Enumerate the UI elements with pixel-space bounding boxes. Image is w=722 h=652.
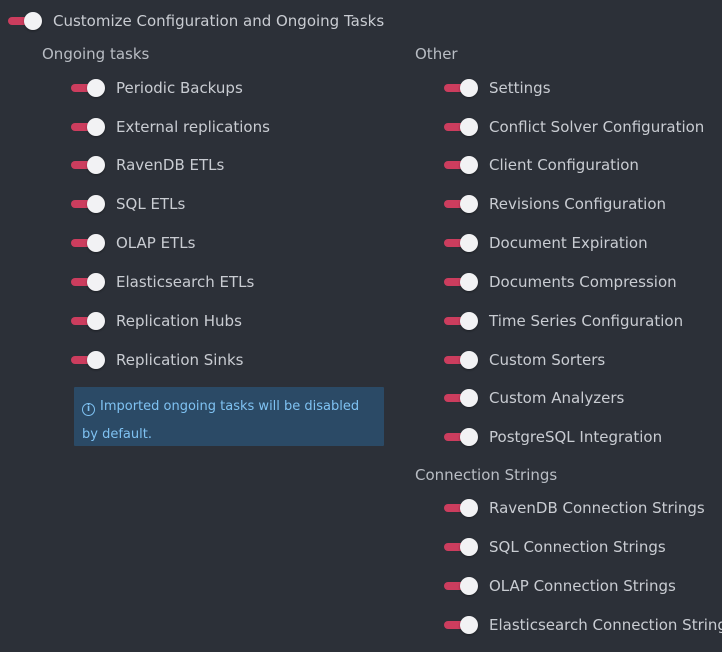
toggle-label: External replications [116,118,270,136]
ongoing-tasks-title: Ongoing tasks [42,45,150,63]
toggle-label: Conflict Solver Configuration [489,118,705,136]
ravendb-etls-toggle[interactable] [71,155,105,175]
client-configuration-toggle[interactable] [444,155,478,175]
customize-configuration-label: Customize Configuration and Ongoing Task… [53,12,385,30]
other-title: Other [415,45,458,63]
toggle-label: Elasticsearch ETLs [116,273,255,291]
toggle-label: RavenDB ETLs [116,156,225,174]
sql-connection-strings-toggle[interactable] [444,537,478,557]
elasticsearch-connection-strings-toggle[interactable] [444,615,478,635]
revisions-toggle[interactable] [444,194,478,214]
ravendb-connection-strings-toggle[interactable] [444,498,478,518]
toggle-label: SQL Connection Strings [489,538,666,556]
conflict-solver-toggle[interactable] [444,117,478,137]
toggle-label: OLAP ETLs [116,234,196,252]
toggle-label: Replication Sinks [116,351,244,369]
toggle-label: RavenDB Connection Strings [489,499,705,517]
documents-compression-toggle[interactable] [444,272,478,292]
olap-connection-strings-toggle[interactable] [444,576,478,596]
toggle-label: Elasticsearch Connection Strings [489,616,722,634]
replication-sinks-toggle[interactable] [71,350,105,370]
toggle-label: Periodic Backups [116,79,243,97]
sql-etls-toggle[interactable] [71,194,105,214]
time-series-toggle[interactable] [444,311,478,331]
toggle-label: OLAP Connection Strings [489,577,676,595]
external-replications-toggle[interactable] [71,117,105,137]
periodic-backups-toggle[interactable] [71,78,105,98]
connection-strings-title: Connection Strings [415,466,558,484]
toggle-label: Settings [489,79,551,97]
replication-hubs-toggle[interactable] [71,311,105,331]
custom-analyzers-toggle[interactable] [444,388,478,408]
toggle-label: Replication Hubs [116,312,242,330]
toggle-label: Document Expiration [489,234,648,252]
document-expiration-toggle[interactable] [444,233,478,253]
toggle-label: Time Series Configuration [489,312,684,330]
toggle-label: Documents Compression [489,273,677,291]
info-icon: i [82,403,95,416]
customize-configuration-toggle[interactable] [8,11,42,31]
olap-etls-toggle[interactable] [71,233,105,253]
custom-sorters-toggle[interactable] [444,350,478,370]
info-alert-text: Imported ongoing tasks will be disabled … [82,399,360,442]
postgresql-integration-toggle[interactable] [444,427,478,447]
toggle-label: Revisions Configuration [489,195,666,213]
toggle-label: Client Configuration [489,156,639,174]
toggle-label: SQL ETLs [116,195,186,213]
toggle-label: Custom Analyzers [489,389,625,407]
toggle-label: Custom Sorters [489,351,606,369]
settings-toggle[interactable] [444,78,478,98]
info-alert: i Imported ongoing tasks will be disabled… [74,387,384,446]
toggle-label: PostgreSQL Integration [489,428,663,446]
elasticsearch-etls-toggle[interactable] [71,272,105,292]
